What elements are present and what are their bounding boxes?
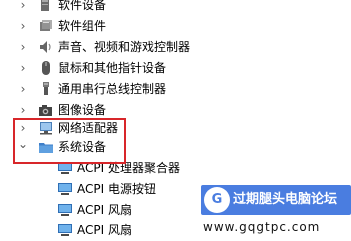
tree-item-label: 通用串行总线控制器	[58, 82, 167, 96]
tree-item-label: ACPI 处理器聚合器	[77, 161, 180, 175]
chevron-right-icon[interactable]: ›	[18, 37, 28, 58]
watermark-logo-icon: G	[204, 187, 230, 213]
software-device-icon	[38, 0, 54, 12]
tree-item-label: ACPI 风扇	[77, 203, 132, 217]
chevron-right-icon[interactable]: ›	[18, 0, 28, 16]
mouse-icon	[38, 61, 54, 75]
tree-item-network-adapters[interactable]: › 网络适配器	[0, 118, 351, 139]
device-manager-tree: › 软件设备 › 软件组件 › 声音、视频和游戏控制器 › 鼠标和其他指针设备 …	[0, 0, 351, 241]
tree-item-usb-controllers[interactable]: › 通用串行总线控制器	[0, 79, 351, 100]
tree-item-sound-video-game[interactable]: › 声音、视频和游戏控制器	[0, 37, 351, 58]
watermark-badge: G 过期腿头电脑论坛	[201, 185, 351, 215]
monitor-icon	[57, 182, 73, 196]
site-watermark: G 过期腿头电脑论坛 www.gqgtpc.com	[200, 185, 351, 241]
tree-child-acpi-processor-aggregator[interactable]: ACPI 处理器聚合器	[0, 158, 351, 179]
network-icon	[38, 121, 54, 135]
tree-item-label: ACPI 风扇	[77, 223, 132, 237]
chevron-down-icon[interactable]: ⌄	[18, 137, 28, 158]
tree-item-software-devices[interactable]: › 软件设备	[0, 0, 351, 16]
chevron-right-icon[interactable]: ›	[18, 58, 28, 79]
tree-item-label: 声音、视频和游戏控制器	[58, 40, 191, 54]
watermark-url: www.gqgtpc.com	[203, 220, 321, 234]
camera-icon	[38, 103, 54, 117]
tree-item-label: 网络适配器	[58, 121, 119, 135]
chevron-right-icon[interactable]: ›	[18, 79, 28, 100]
tree-item-label: ACPI 电源按钮	[77, 182, 156, 196]
speaker-icon	[38, 40, 54, 54]
tree-item-label: 软件组件	[58, 19, 107, 33]
usb-icon	[38, 82, 54, 96]
monitor-icon	[57, 203, 73, 217]
watermark-title: 过期腿头电脑论坛	[233, 192, 338, 207]
tree-item-mouse-pointers[interactable]: › 鼠标和其他指针设备	[0, 58, 351, 79]
chevron-right-icon[interactable]: ›	[18, 118, 28, 139]
software-component-icon	[38, 19, 54, 33]
monitor-icon	[57, 223, 73, 237]
system-folder-icon	[38, 140, 54, 154]
tree-item-label: 系统设备	[58, 140, 107, 154]
tree-item-label: 鼠标和其他指针设备	[58, 61, 167, 75]
tree-item-system-devices[interactable]: ⌄ 系统设备	[0, 137, 351, 158]
tree-item-label: 软件设备	[58, 0, 107, 12]
chevron-right-icon[interactable]: ›	[18, 16, 28, 37]
monitor-icon	[57, 161, 73, 175]
tree-item-software-components[interactable]: › 软件组件	[0, 16, 351, 37]
